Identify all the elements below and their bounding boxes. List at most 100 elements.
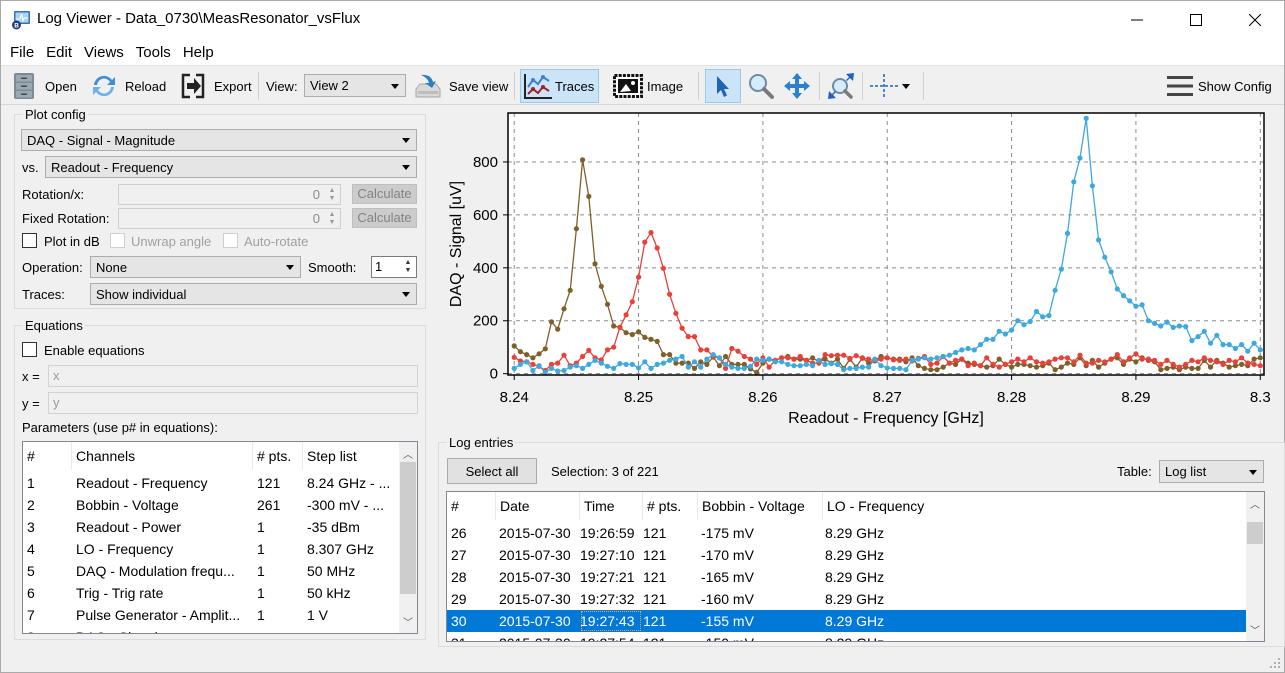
menu-tools[interactable]: Tools bbox=[131, 44, 176, 61]
parameter-row[interactable]: 3 Readout - Power 1 -35 dBm bbox=[23, 516, 401, 538]
column-header[interactable]: Bobbin - Voltage bbox=[698, 492, 823, 520]
data-point-red bbox=[1176, 364, 1182, 370]
menu-file[interactable]: File bbox=[5, 44, 39, 61]
plot-in-db-checkbox[interactable] bbox=[22, 233, 37, 248]
cursor-tool-button[interactable] bbox=[867, 70, 919, 102]
maximize-button[interactable] bbox=[1173, 1, 1219, 39]
data-point-blue bbox=[1077, 155, 1083, 161]
traces-select[interactable]: Show individual bbox=[90, 283, 417, 305]
data-point-blue bbox=[611, 365, 617, 371]
data-point-brown bbox=[1064, 360, 1071, 366]
minimize-button[interactable] bbox=[1114, 1, 1160, 39]
parameter-row[interactable]: 6 Trig - Trig rate 1 50 kHz bbox=[23, 582, 401, 604]
column-header[interactable]: Channels bbox=[72, 442, 253, 470]
x-equation-input[interactable]: x bbox=[48, 365, 418, 387]
menu-views[interactable]: Views bbox=[79, 44, 129, 61]
column-header[interactable]: LO - Frequency bbox=[823, 492, 1243, 520]
traces-label: Traces bbox=[555, 78, 595, 94]
data-point-red bbox=[1089, 360, 1095, 366]
scroll-up-icon[interactable]: ︿ bbox=[403, 446, 413, 461]
data-point-blue bbox=[822, 361, 828, 367]
column-header[interactable]: # pts. bbox=[643, 492, 698, 520]
reload-button[interactable]: Reload bbox=[89, 70, 166, 102]
log-row[interactable]: 28 2015-07-30 19:27:21 121 -165 mV 8.29 GHz bbox=[447, 566, 1246, 588]
pointer-tool-button[interactable] bbox=[705, 69, 741, 103]
show-config-button[interactable]: Show Config bbox=[1165, 70, 1272, 102]
scroll-down-icon[interactable]: ﹀ bbox=[403, 614, 413, 629]
select-all-button[interactable]: Select all bbox=[447, 458, 537, 484]
parameter-cell: Readout - Frequency bbox=[76, 475, 208, 491]
operation-select[interactable]: None bbox=[90, 256, 301, 278]
data-point-red bbox=[691, 334, 698, 340]
data-point-red bbox=[959, 356, 965, 362]
y-equation-input[interactable]: y bbox=[48, 392, 418, 414]
fixed-rotation-spinbox[interactable]: 0 ▲ ▼ bbox=[118, 208, 341, 229]
log-row[interactable]: 26 2015-07-30 19:26:59 121 -175 mV 8.29 GHz bbox=[447, 522, 1246, 544]
parameter-row[interactable]: 5 DAQ - Modulation frequ... 1 50 MHz bbox=[23, 560, 401, 582]
calculate-fixed-rotation-button[interactable]: Calculate bbox=[352, 208, 417, 228]
column-header[interactable]: Step list bbox=[303, 442, 399, 470]
column-header[interactable]: Date bbox=[496, 492, 580, 520]
data-point-blue bbox=[977, 342, 984, 348]
auto-rotate-checkbox[interactable] bbox=[223, 233, 238, 248]
menu-help[interactable]: Help bbox=[178, 44, 219, 61]
save-view-button[interactable]: Save view bbox=[413, 70, 508, 102]
menu-edit[interactable]: Edit bbox=[41, 44, 77, 61]
parameter-row[interactable]: 7 Pulse Generator - Amplit... 1 1 V bbox=[23, 604, 401, 626]
zoom-tool-button[interactable] bbox=[744, 70, 778, 102]
parameter-row[interactable]: 1 Readout - Frequency 121 8.24 GHz - ... bbox=[23, 472, 401, 494]
calculate-rotation-button[interactable]: Calculate bbox=[352, 184, 417, 204]
log-row[interactable]: 312015-07-3019:27:54121-150 mV 8.29 GHz bbox=[447, 632, 1246, 641]
log-row[interactable]: 27 2015-07-30 19:27:10 121 -170 mV 8.29 GHz bbox=[447, 544, 1246, 566]
smooth-value: 1 bbox=[375, 259, 383, 274]
file-cabinet-icon bbox=[9, 71, 39, 101]
unwrap-angle-checkbox[interactable] bbox=[110, 233, 125, 248]
data-point-blue bbox=[704, 356, 710, 362]
log-row[interactable]: 29 2015-07-30 19:27:32 121 -160 mV 8.29 GHz bbox=[447, 588, 1246, 610]
data-point-red bbox=[1077, 352, 1083, 358]
data-point-red bbox=[1033, 359, 1040, 365]
enable-equations-checkbox[interactable] bbox=[22, 342, 37, 357]
data-point-blue bbox=[729, 364, 735, 370]
column-header[interactable]: # bbox=[447, 492, 496, 520]
table-select[interactable]: Log list bbox=[1159, 460, 1264, 483]
data-point-blue bbox=[1083, 115, 1089, 121]
view-select[interactable]: View 2 bbox=[304, 74, 406, 97]
rotation-spinbox[interactable]: 0 ▲ ▼ bbox=[118, 184, 341, 205]
parameter-row[interactable]: 2 Bobbin - Voltage 261 -300 mV - ... bbox=[23, 494, 401, 516]
toolbar-separator bbox=[258, 72, 259, 100]
export-button[interactable]: Export bbox=[178, 70, 252, 102]
smooth-spinbox[interactable]: 1 ▲ ▼ bbox=[371, 256, 417, 278]
resize-grip-icon[interactable] bbox=[1269, 657, 1281, 669]
column-header[interactable]: # pts. bbox=[253, 442, 303, 470]
y-channel-select[interactable]: DAQ - Signal - Magnitude bbox=[21, 129, 417, 151]
scroll-up-icon[interactable]: ︿ bbox=[1250, 496, 1260, 511]
scrollbar-thumb[interactable] bbox=[1247, 522, 1263, 544]
enable-equations-label: Enable equations bbox=[44, 343, 145, 358]
log-cell: 2015-07-30 bbox=[499, 632, 579, 641]
data-point-blue bbox=[890, 365, 897, 371]
open-button[interactable]: Open bbox=[9, 70, 77, 102]
x-channel-select[interactable]: Readout - Frequency bbox=[45, 156, 417, 178]
close-button[interactable] bbox=[1232, 1, 1278, 39]
image-mode-button[interactable]: Image bbox=[613, 70, 683, 102]
data-point-blue bbox=[530, 367, 536, 374]
traces-mode-button[interactable]: Traces bbox=[520, 69, 600, 103]
column-header[interactable]: Time bbox=[580, 492, 643, 520]
y-tick-label: 800 bbox=[473, 154, 498, 171]
scrollbar-thumb[interactable] bbox=[400, 462, 416, 594]
autoscale-button[interactable] bbox=[824, 70, 858, 102]
parameter-row[interactable]: 4 LO - Frequency 1 8.307 GHz bbox=[23, 538, 401, 560]
data-point-blue bbox=[1176, 323, 1182, 329]
parameters-scrollbar[interactable]: ︿ ﹀ bbox=[399, 442, 417, 633]
trace-plot[interactable]: 8.24 8.25 8.26 8.27 8.28 8.29 8.3 0 200 400 600 800… bbox=[441, 106, 1281, 431]
pan-tool-button[interactable] bbox=[780, 70, 814, 102]
log-entries-scrollbar[interactable]: ︿ ﹀ bbox=[1246, 492, 1264, 641]
x-tick-label: 8.29 bbox=[1121, 389, 1150, 406]
magnifier-icon bbox=[749, 74, 774, 99]
parameter-row[interactable]: 8 DAQ - Signal bbox=[23, 626, 401, 633]
column-header[interactable]: # bbox=[23, 442, 72, 470]
log-row-selected[interactable]: 30 2015-07-30 19:27:43 121 -155 mV 8.29 GHz bbox=[447, 610, 1246, 632]
scroll-down-icon[interactable]: ﹀ bbox=[1250, 622, 1260, 637]
line-chart-icon bbox=[523, 71, 553, 101]
